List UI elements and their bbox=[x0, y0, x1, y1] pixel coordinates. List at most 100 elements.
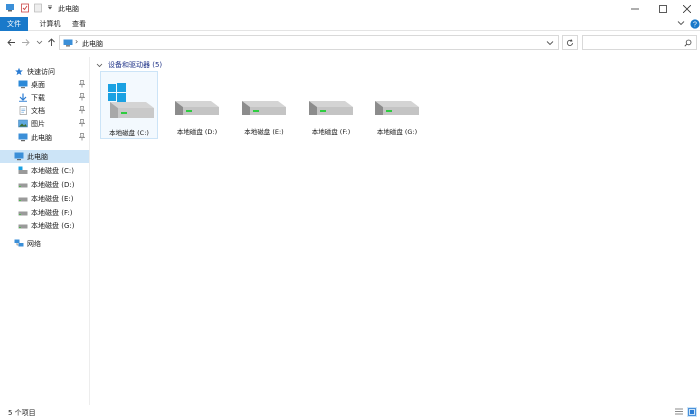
chevron-down-icon[interactable] bbox=[546, 39, 554, 47]
sidebar-item-label: 本地磁盘 (C:) bbox=[31, 166, 74, 175]
arrow-right-icon bbox=[22, 39, 30, 46]
sidebar-item-this-pc[interactable]: 此电脑 bbox=[0, 150, 89, 163]
this-pc-icon bbox=[18, 133, 28, 142]
sidebar-item-label: 本地磁盘 (E:) bbox=[31, 194, 74, 203]
customize-toolbar-icon[interactable] bbox=[45, 3, 55, 13]
sidebar-item-label: 本地磁盘 (F:) bbox=[31, 208, 73, 217]
sidebar-item-quick-access[interactable]: 快速访问 bbox=[0, 65, 89, 78]
pin-icon[interactable] bbox=[79, 93, 85, 101]
pin-icon[interactable] bbox=[79, 119, 85, 127]
drive-d[interactable]: 本地磁盘 (D:) bbox=[168, 71, 226, 139]
sidebar-item-label: 下载 bbox=[31, 93, 45, 102]
drive-e[interactable]: 本地磁盘 (E:) bbox=[235, 71, 293, 139]
help-button[interactable]: ? bbox=[690, 19, 700, 31]
svg-text:?: ? bbox=[693, 22, 697, 29]
details-view-icon[interactable] bbox=[674, 407, 684, 417]
search-icon bbox=[684, 39, 692, 47]
hard-drive-icon bbox=[18, 197, 28, 202]
new-folder-icon[interactable] bbox=[33, 3, 43, 13]
drive-c[interactable]: 本地磁盘 (C:) bbox=[100, 71, 158, 139]
system-drive-icon bbox=[18, 166, 28, 174]
sidebar-item-label: 本地磁盘 (G:) bbox=[31, 221, 75, 230]
sidebar-item-documents[interactable]: 文档 bbox=[0, 104, 89, 117]
chevron-down-icon bbox=[677, 21, 685, 26]
properties-icon[interactable] bbox=[20, 3, 30, 13]
item-count: 5 个项目 bbox=[8, 409, 36, 417]
tab-view[interactable]: 查看 bbox=[71, 17, 87, 31]
tab-file[interactable]: 文件 bbox=[0, 17, 28, 31]
desktop-icon bbox=[18, 80, 28, 89]
sidebar-item-label: 文档 bbox=[31, 106, 45, 115]
sidebar-item-drive-f[interactable]: 本地磁盘 (F:) bbox=[0, 206, 89, 219]
drive-label: 本地磁盘 (E:) bbox=[244, 128, 284, 136]
sidebar-item-label: 此电脑 bbox=[31, 133, 52, 142]
back-button[interactable] bbox=[6, 37, 17, 48]
sidebar-item-label: 图片 bbox=[31, 119, 45, 128]
forward-button[interactable] bbox=[20, 37, 31, 48]
breadcrumb-separator-icon: › bbox=[75, 37, 79, 46]
up-button[interactable] bbox=[46, 37, 57, 48]
sidebar-item-drive-g[interactable]: 本地磁盘 (G:) bbox=[0, 219, 89, 232]
star-icon bbox=[15, 67, 23, 76]
download-icon bbox=[19, 93, 27, 102]
help-icon: ? bbox=[690, 19, 700, 29]
tab-computer[interactable]: 计算机 bbox=[38, 17, 62, 31]
status-bar: 5 个项目 bbox=[0, 405, 700, 419]
sidebar-item-label: 本地磁盘 (D:) bbox=[31, 180, 75, 189]
arrow-left-icon bbox=[7, 39, 15, 46]
this-pc-icon bbox=[14, 152, 24, 161]
sidebar-item-pictures[interactable]: 图片 bbox=[0, 117, 89, 130]
large-icons-view-icon[interactable] bbox=[687, 407, 697, 417]
ribbon: 文件 计算机 查看 ? bbox=[0, 17, 700, 31]
sidebar-item-drive-c[interactable]: 本地磁盘 (C:) bbox=[0, 164, 89, 177]
drive-label: 本地磁盘 (G:) bbox=[376, 128, 418, 136]
sidebar-item-label: 桌面 bbox=[31, 80, 45, 89]
hard-drive-icon bbox=[18, 224, 28, 229]
drive-f[interactable]: 本地磁盘 (F:) bbox=[302, 71, 360, 139]
documents-icon bbox=[19, 106, 27, 115]
hard-drive-icon bbox=[309, 101, 353, 115]
hard-drive-icon bbox=[18, 183, 28, 188]
hard-drive-icon bbox=[242, 101, 286, 115]
drive-label: 本地磁盘 (C:) bbox=[109, 129, 149, 137]
search-input[interactable] bbox=[582, 35, 697, 50]
drive-label: 本地磁盘 (D:) bbox=[176, 128, 218, 136]
sidebar-item-network[interactable]: 网络 bbox=[0, 237, 89, 250]
address-bar[interactable]: › 此电脑 bbox=[59, 35, 559, 50]
content-area: 设备和驱动器 (5) 本地磁盘 (C:) 本地磁盘 (D:) 本地磁盘 (E:)… bbox=[91, 57, 700, 405]
sidebar-item-desktop[interactable]: 桌面 bbox=[0, 78, 89, 91]
navigation-bar: › 此电脑 bbox=[0, 31, 700, 55]
refresh-icon bbox=[566, 38, 573, 46]
sidebar-item-label: 快速访问 bbox=[27, 67, 55, 76]
arrow-up-icon bbox=[48, 38, 55, 46]
system-drive-icon bbox=[108, 83, 154, 118]
drive-label: 本地磁盘 (F:) bbox=[311, 128, 351, 136]
recent-locations-button[interactable] bbox=[34, 37, 45, 48]
minimize-button[interactable] bbox=[620, 0, 650, 17]
group-header-label: 设备和驱动器 (5) bbox=[108, 61, 163, 69]
hard-drive-icon bbox=[175, 101, 219, 115]
this-pc-icon bbox=[63, 39, 73, 47]
expand-ribbon-button[interactable] bbox=[677, 19, 685, 29]
group-header-devices[interactable]: 设备和驱动器 (5) bbox=[96, 60, 162, 70]
pin-icon[interactable] bbox=[79, 106, 85, 114]
navigation-pane: 快速访问 桌面 下载 文档 图片 此电脑 此电脑 本地磁盘 (C:) 本地磁盘 … bbox=[0, 57, 90, 405]
sidebar-item-label: 网络 bbox=[27, 239, 41, 248]
minimize-icon bbox=[631, 8, 639, 9]
sidebar-item-downloads[interactable]: 下载 bbox=[0, 91, 89, 104]
close-icon bbox=[683, 4, 691, 13]
this-pc-app-icon[interactable] bbox=[5, 3, 15, 13]
pin-icon[interactable] bbox=[79, 133, 85, 141]
close-button[interactable] bbox=[672, 0, 700, 17]
pin-icon[interactable] bbox=[79, 80, 85, 88]
network-icon bbox=[14, 239, 24, 247]
sidebar-item-this-pc-pinned[interactable]: 此电脑 bbox=[0, 131, 89, 144]
hard-drive-icon bbox=[375, 101, 419, 115]
title-bar: 此电脑 bbox=[0, 0, 700, 17]
sidebar-item-drive-e[interactable]: 本地磁盘 (E:) bbox=[0, 192, 89, 205]
refresh-button[interactable] bbox=[562, 35, 578, 50]
drive-g[interactable]: 本地磁盘 (G:) bbox=[368, 71, 426, 139]
sidebar-item-drive-d[interactable]: 本地磁盘 (D:) bbox=[0, 178, 89, 191]
breadcrumb-this-pc[interactable]: 此电脑 bbox=[82, 39, 103, 49]
chevron-down-icon bbox=[96, 63, 103, 67]
